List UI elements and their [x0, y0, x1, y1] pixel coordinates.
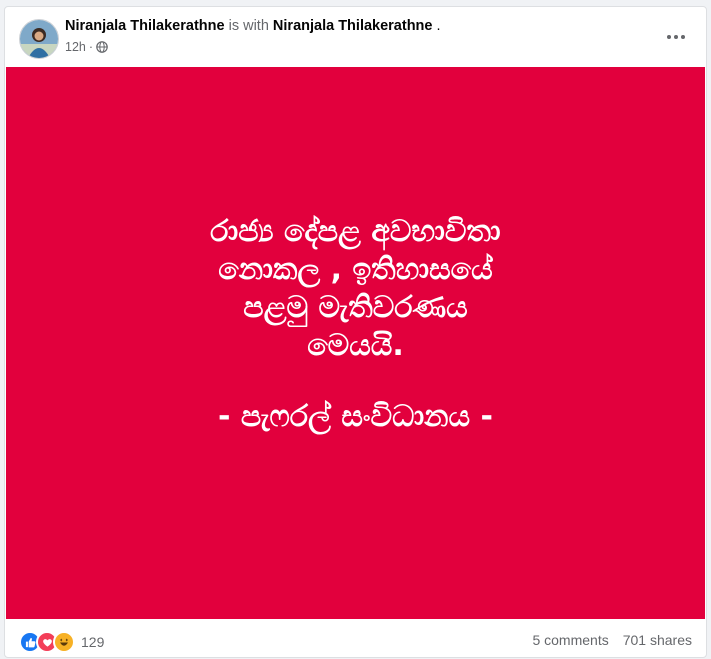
post-card: Niranjala Thilakerathne is with Niranjal… [4, 6, 707, 658]
post-time[interactable]: 12h [65, 40, 86, 54]
post-stats: 5 comments 701 shares [532, 632, 692, 648]
meta-separator: · [88, 40, 94, 54]
post-meta: 12h · [65, 40, 108, 54]
reaction-count: 129 [81, 634, 105, 650]
haha-icon [53, 631, 75, 653]
post-footer: 129 5 comments 701 shares [5, 619, 706, 659]
post-header: Niranjala Thilakerathne is with Niranjal… [5, 7, 706, 67]
reactions-summary[interactable]: 129 [19, 631, 104, 653]
with-text: is with [228, 18, 269, 34]
title-tail: . [436, 18, 441, 34]
shares-count-link[interactable]: 701 shares [623, 632, 692, 648]
post-image[interactable]: රාජ්‍ය දේපළ අවභාවිතා නොකල , ඉතිහාසයේ පළම… [6, 67, 705, 619]
tagged-name[interactable]: Niranjala Thilakerathne [273, 18, 433, 34]
banner-quote: රාජ්‍ය දේපළ අවභාවිතා නොකල , ඉතිහාසයේ පළම… [210, 213, 501, 363]
globe-icon [96, 41, 108, 53]
author-name[interactable]: Niranjala Thilakerathne [65, 18, 225, 34]
more-options-icon[interactable] [662, 25, 690, 49]
comments-count-link[interactable]: 5 comments [532, 632, 608, 648]
banner-signature: - පැෆරල් සංවිධානය - [217, 398, 494, 434]
avatar[interactable] [19, 19, 59, 59]
post-title: Niranjala Thilakerathne is with Niranjal… [65, 18, 441, 34]
